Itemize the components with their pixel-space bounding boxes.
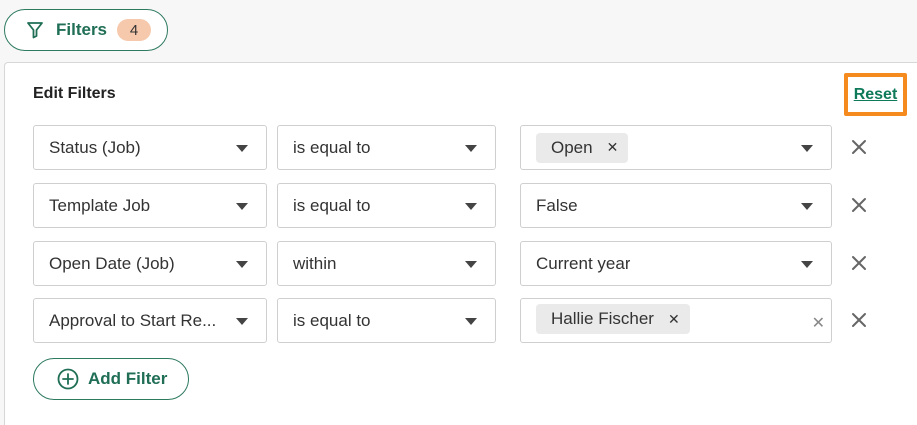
reset-link[interactable]: Reset <box>854 86 898 104</box>
caret-down-icon <box>236 318 248 325</box>
caret-down-icon <box>465 203 477 210</box>
funnel-icon <box>25 20 45 40</box>
caret-down-icon <box>465 145 477 152</box>
filter-row: Status (Job) is equal to Open ✕ <box>33 125 883 170</box>
filter-field-value: Approval to Start Re... <box>49 310 217 330</box>
close-icon <box>852 140 866 154</box>
filter-operator-value: is equal to <box>293 195 371 215</box>
panel-title: Edit Filters <box>33 85 116 102</box>
filter-field-value: Template Job <box>49 195 151 215</box>
plus-circle-icon <box>57 368 79 390</box>
filter-operator-select[interactable]: is equal to <box>277 125 496 170</box>
filter-field-value: Status (Job) <box>49 137 141 157</box>
caret-down-icon <box>801 261 813 268</box>
chip-remove-icon[interactable]: ✕ <box>668 311 680 328</box>
filter-row: Template Job is equal to False <box>33 183 883 228</box>
value-chip: Open ✕ <box>536 132 629 163</box>
filter-field-select[interactable]: Status (Job) <box>33 125 267 170</box>
close-icon <box>852 313 866 327</box>
add-filter-button[interactable]: Add Filter <box>33 358 189 400</box>
caret-down-icon <box>465 318 477 325</box>
filter-value-text: False <box>536 195 578 215</box>
remove-filter-button[interactable] <box>847 193 871 217</box>
remove-filter-button[interactable] <box>847 135 871 159</box>
filter-field-value: Open Date (Job) <box>49 253 175 273</box>
filter-field-select[interactable]: Open Date (Job) <box>33 241 267 286</box>
edit-filters-panel: Edit Filters Reset Status (Job) is equal… <box>4 62 917 425</box>
filter-field-select[interactable]: Template Job <box>33 183 267 228</box>
filter-value-select[interactable]: False <box>520 183 832 228</box>
filter-field-select[interactable]: Approval to Start Re... <box>33 298 267 343</box>
filter-row: Approval to Start Re... is equal to Hall… <box>33 298 883 343</box>
value-chip: Hallie Fischer ✕ <box>536 304 690 334</box>
filter-operator-select[interactable]: within <box>277 241 496 286</box>
value-chip-label: Hallie Fischer <box>551 309 654 328</box>
filter-operator-value: is equal to <box>293 310 371 330</box>
close-icon <box>852 256 866 270</box>
filter-operator-select[interactable]: is equal to <box>277 183 496 228</box>
reset-highlight: Reset <box>844 73 907 116</box>
value-chip-label: Open <box>551 137 593 157</box>
filters-count-badge: 4 <box>117 19 152 41</box>
filter-value-select[interactable]: Open ✕ <box>520 125 832 170</box>
caret-down-icon <box>465 261 477 268</box>
filter-value-text: Current year <box>536 253 631 273</box>
remove-filter-button[interactable] <box>847 308 871 332</box>
add-filter-label: Add Filter <box>88 369 168 388</box>
clear-value-icon[interactable]: ✕ <box>812 313 825 333</box>
remove-filter-button[interactable] <box>847 251 871 275</box>
close-icon <box>852 198 866 212</box>
filter-operator-value: is equal to <box>293 137 371 157</box>
chip-remove-icon[interactable]: ✕ <box>607 139 619 156</box>
filter-value-select[interactable]: Hallie Fischer ✕ ✕ <box>520 298 832 343</box>
caret-down-icon <box>236 261 248 268</box>
filter-operator-select[interactable]: is equal to <box>277 298 496 343</box>
caret-down-icon <box>801 145 813 152</box>
filter-operator-value: within <box>293 253 337 273</box>
filters-button-label: Filters <box>56 20 108 39</box>
filter-value-select[interactable]: Current year <box>520 241 832 286</box>
caret-down-icon <box>236 145 248 152</box>
filter-row: Open Date (Job) within Current year <box>33 241 883 286</box>
caret-down-icon <box>236 203 248 210</box>
caret-down-icon <box>801 203 813 210</box>
filters-button[interactable]: Filters 4 <box>4 9 168 51</box>
